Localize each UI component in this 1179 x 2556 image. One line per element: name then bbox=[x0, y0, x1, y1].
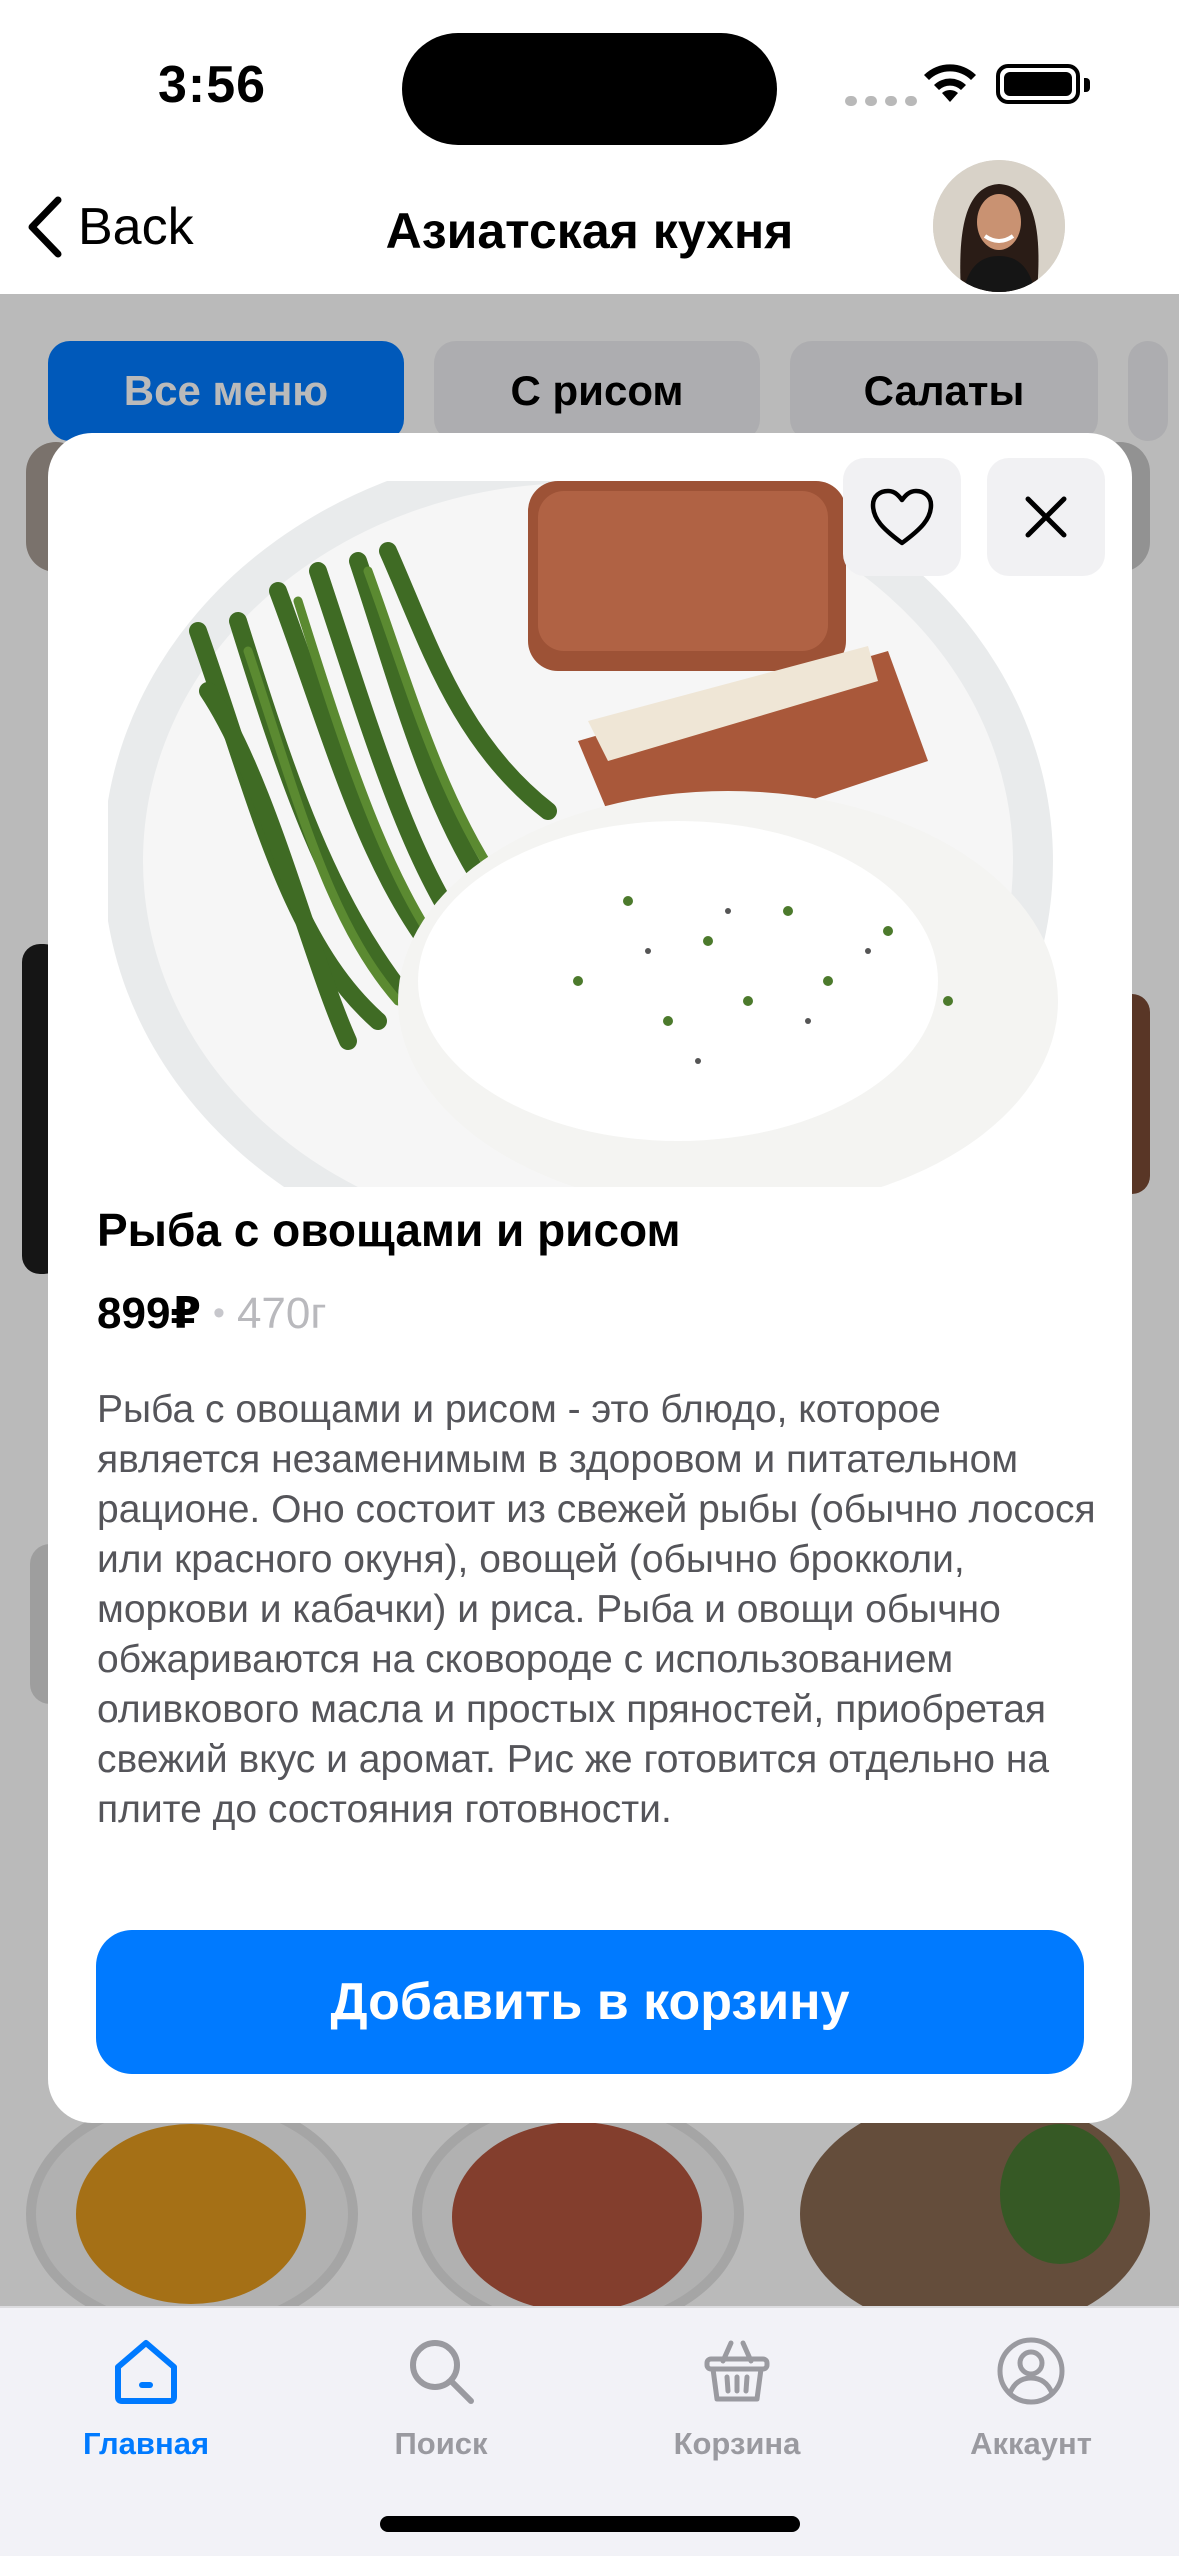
weight: 470г bbox=[236, 1288, 327, 1338]
status-time: 3:56 bbox=[158, 56, 267, 114]
tab-home[interactable]: Главная bbox=[21, 2326, 271, 2476]
price-separator: • bbox=[213, 1294, 225, 1332]
home-indicator bbox=[380, 2516, 800, 2532]
heart-icon bbox=[870, 488, 934, 546]
add-to-cart-button[interactable]: Добавить в корзину bbox=[96, 1930, 1084, 2074]
favorite-button[interactable] bbox=[843, 458, 961, 576]
tab-label: Корзина bbox=[673, 2426, 801, 2461]
status-bar: 3:56 bbox=[0, 0, 1179, 170]
dish-title: Рыба с овощами и рисом bbox=[97, 1204, 681, 1256]
nav-bar: Back Азиатская кухня bbox=[0, 150, 1179, 294]
home-icon bbox=[115, 2340, 177, 2404]
wifi-icon bbox=[924, 64, 976, 102]
price: 899₽ bbox=[97, 1289, 202, 1338]
dynamic-island bbox=[402, 33, 777, 145]
dish-image bbox=[108, 481, 1072, 1187]
basket-icon bbox=[704, 2340, 770, 2402]
avatar[interactable] bbox=[933, 160, 1065, 292]
price-row: 899₽ • 470г bbox=[97, 1288, 326, 1339]
close-button[interactable] bbox=[987, 458, 1105, 576]
dish-description: Рыба с овощами и рисом - это блюдо, кото… bbox=[97, 1388, 1096, 1831]
battery-icon bbox=[996, 64, 1090, 104]
search-icon bbox=[410, 2340, 474, 2404]
tab-cart[interactable]: Корзина bbox=[612, 2326, 862, 2476]
product-modal: Рыба с овощами и рисом 899₽ • 470г Рыба … bbox=[48, 433, 1132, 2123]
tab-label: Аккаунт bbox=[970, 2426, 1092, 2461]
tab-account[interactable]: Аккаунт bbox=[906, 2326, 1156, 2476]
tab-search[interactable]: Поиск bbox=[316, 2326, 566, 2476]
close-icon bbox=[1025, 496, 1067, 538]
account-icon bbox=[997, 2337, 1065, 2405]
cellular-signal-icon bbox=[845, 96, 917, 106]
tab-label: Главная bbox=[82, 2426, 210, 2461]
tab-label: Поиск bbox=[394, 2426, 488, 2461]
avatar-image bbox=[933, 160, 1065, 292]
